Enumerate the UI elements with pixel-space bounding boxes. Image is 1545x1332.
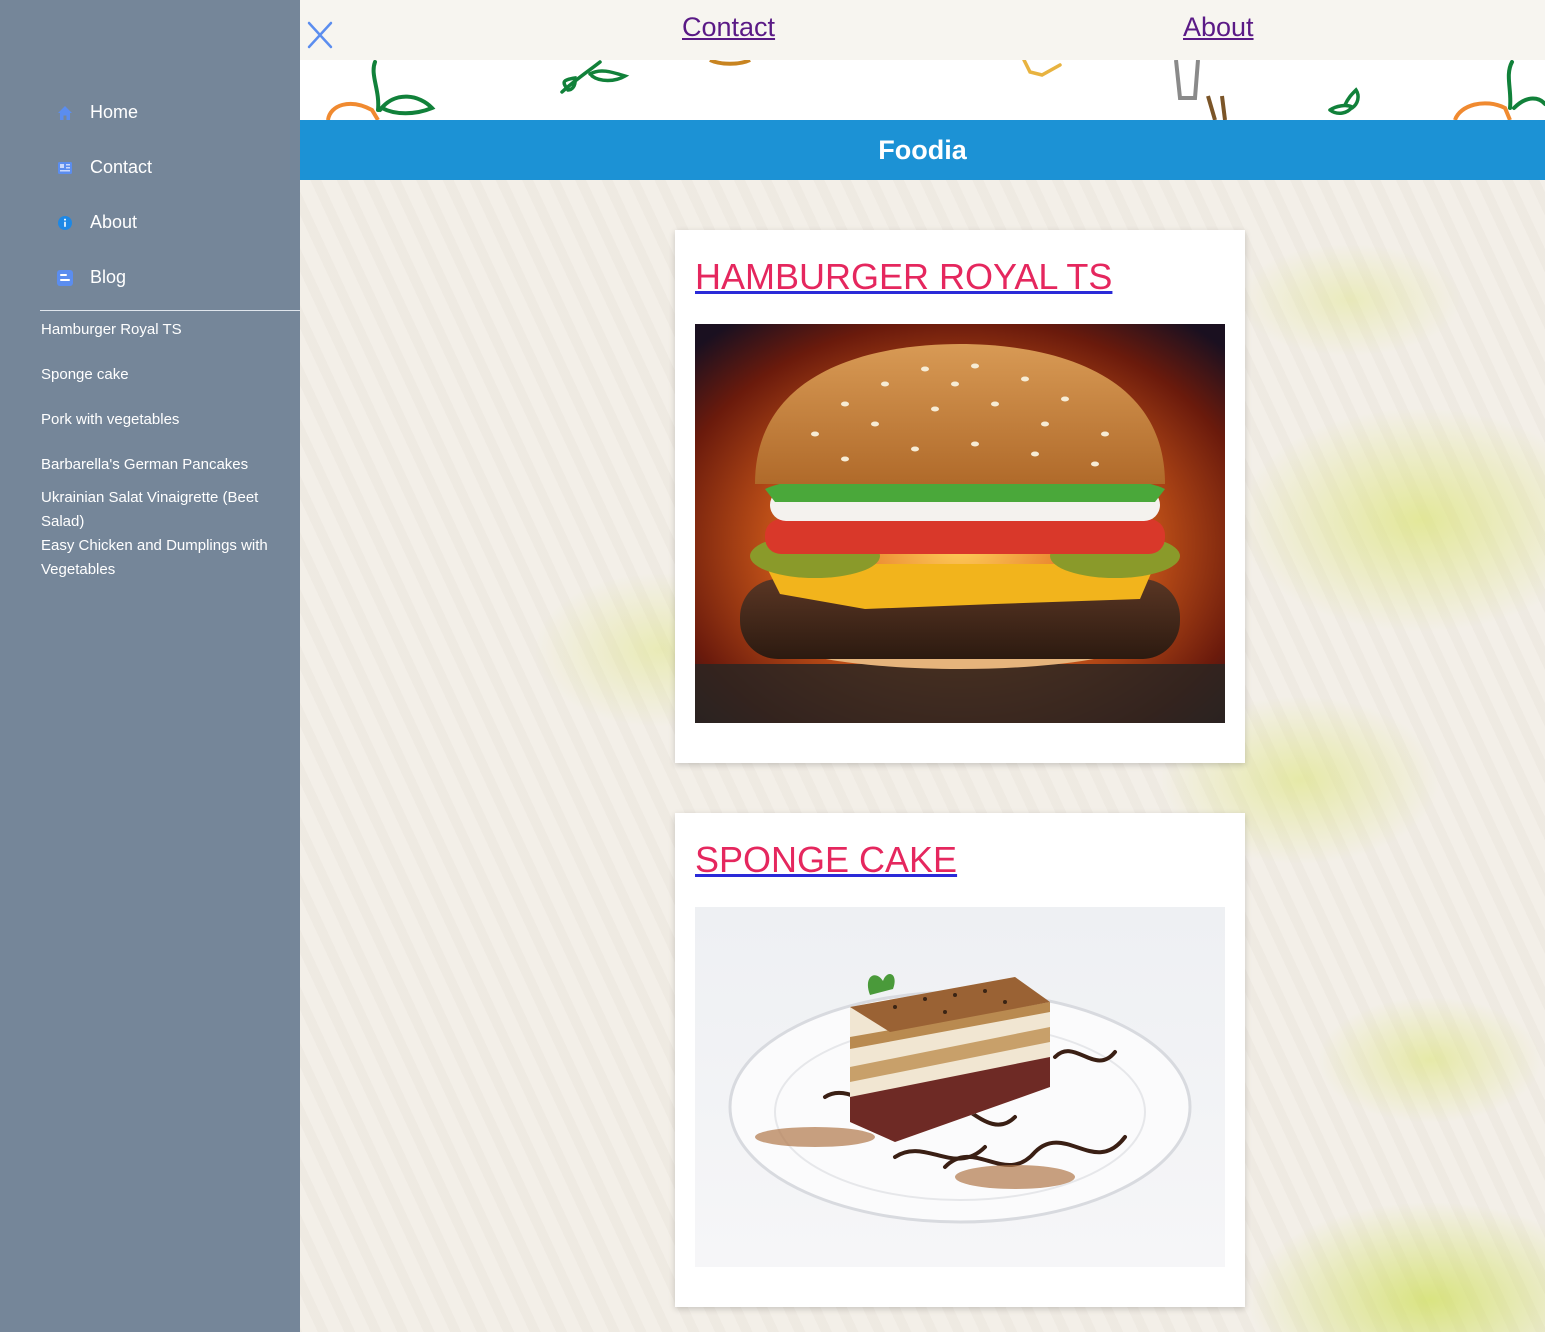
- sidebar: Home Contact About Blog Hamburger Royal …: [0, 0, 300, 1332]
- top-link-contact[interactable]: Contact: [682, 12, 775, 43]
- sidebar-post-link[interactable]: Barbarella's German Pancakes: [41, 453, 286, 477]
- post-title-link[interactable]: HAMBURGER ROYAL TS: [695, 256, 1112, 298]
- info-icon: [56, 214, 74, 232]
- site-title: Foodia: [878, 134, 967, 165]
- sidebar-post-link[interactable]: Hamburger Royal TS: [41, 318, 286, 342]
- home-icon: [56, 104, 74, 122]
- top-nav-bar: [300, 0, 1545, 60]
- sidebar-item-about[interactable]: About: [0, 195, 300, 250]
- sidebar-post-link[interactable]: Ukrainian Salat Vinaigrette (Beet Salad): [41, 486, 286, 534]
- sidebar-nav: Home Contact About Blog: [0, 85, 300, 305]
- sponge-cake-photo[interactable]: [695, 907, 1225, 1267]
- sidebar-item-label: Blog: [90, 267, 127, 287]
- post-card: HAMBURGER ROYAL TS: [675, 230, 1245, 763]
- hamburger-photo[interactable]: [695, 324, 1225, 723]
- post-title-link[interactable]: SPONGE CAKE: [695, 839, 957, 881]
- sidebar-divider: [40, 310, 300, 311]
- sidebar-item-blog[interactable]: Blog: [0, 250, 300, 305]
- sidebar-post-link[interactable]: Pork with vegetables: [41, 408, 286, 432]
- sidebar-item-label: Contact: [90, 157, 153, 177]
- sidebar-item-home[interactable]: Home: [0, 85, 300, 140]
- top-link-about[interactable]: About: [1183, 12, 1254, 43]
- blog-icon: [56, 269, 74, 287]
- sidebar-item-label: About: [90, 212, 138, 232]
- sidebar-post-list: Hamburger Royal TS Sponge cake Pork with…: [41, 318, 286, 582]
- food-doodle-banner: [300, 60, 1545, 120]
- close-icon[interactable]: [306, 20, 334, 50]
- sidebar-item-contact[interactable]: Contact: [0, 140, 300, 195]
- post-card: SPONGE CAKE: [675, 813, 1245, 1307]
- brand-bar: Foodia: [300, 120, 1545, 180]
- sidebar-post-link[interactable]: Easy Chicken and Dumplings with Vegetabl…: [41, 534, 286, 582]
- contact-card-icon: [56, 159, 74, 177]
- sidebar-item-label: Home: [90, 102, 139, 122]
- sidebar-post-link[interactable]: Sponge cake: [41, 363, 286, 387]
